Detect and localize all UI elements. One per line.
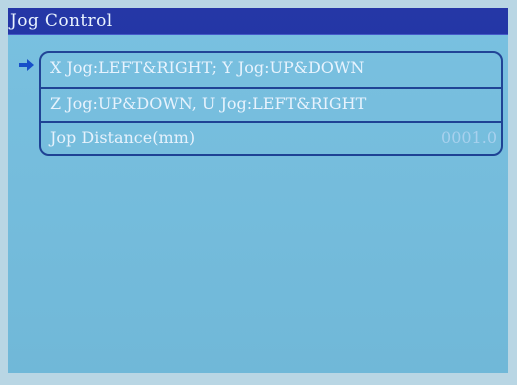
menu-item-label: Z Jog:UP&DOWN, U Jog:LEFT&RIGHT (50, 94, 367, 113)
arrow-right-icon (19, 58, 35, 72)
page-title: Jog Control (10, 11, 113, 31)
menu-item-jog-distance[interactable]: Jop Distance(mm) 0001.0 (41, 121, 501, 155)
jog-menu: X Jog:LEFT&RIGHT; Y Jog:UP&DOWN Z Jog:UP… (39, 51, 503, 156)
distance-value: 0001.0 (441, 128, 497, 147)
lcd-screen: Jog Control X Jog:LEFT&RIGHT; Y Jog:UP&D… (8, 8, 508, 373)
menu-item-xy-jog[interactable]: X Jog:LEFT&RIGHT; Y Jog:UP&DOWN (41, 53, 501, 85)
menu-item-label: X Jog:LEFT&RIGHT; Y Jog:UP&DOWN (50, 58, 365, 77)
menu-item-zu-jog[interactable]: Z Jog:UP&DOWN, U Jog:LEFT&RIGHT (41, 87, 501, 121)
menu-item-label: Jop Distance(mm) (50, 128, 196, 147)
title-bar: Jog Control (8, 8, 508, 35)
